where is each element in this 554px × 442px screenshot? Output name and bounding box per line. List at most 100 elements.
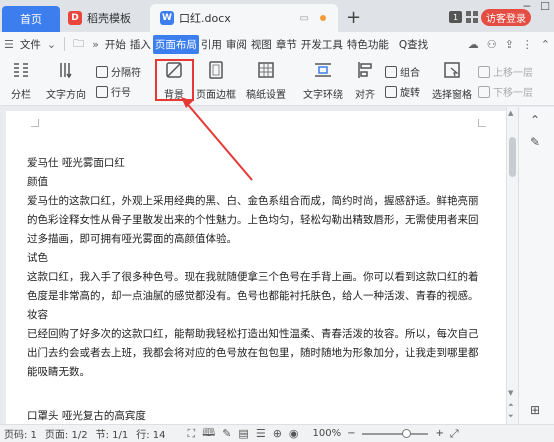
menu-developer[interactable]: 开发工具 [299,37,345,52]
selection-pane-label: 选择窗格 [432,90,472,101]
status-page-number: 页码: 1 [4,430,37,441]
align-label: 对齐 [355,90,375,101]
menu-bar: ☰ 文件 ⌄ 🗀 » 开始 插入 页面布局 引用 审阅 视图 章节 开发工具 特… [0,32,554,56]
web-view-icon[interactable]: ⊕ [273,427,282,440]
edit-mode-icon[interactable]: ✎ [222,427,231,440]
line-number-icon [96,85,108,98]
zoom-level[interactable]: 100% [313,428,342,439]
prev-page-icon[interactable]: ⏶ [508,401,514,410]
vertical-scrollbar[interactable]: ▲ ▼ ⏶ ⏷ [506,107,518,424]
ribbon: 分栏 文字方向 分隔符 行号 背景 页面边框 稿纸设置 文字环绕 对齐 组合 旋… [0,56,554,106]
doc-heading: 试色 [27,252,48,264]
text-wrap-button[interactable]: 文字环绕 [298,56,348,101]
page-border-button[interactable]: 页面边框 [194,56,238,101]
pin-icon[interactable]: ▭ [300,13,309,24]
send-backward-label: 下移一层 [493,88,533,99]
doc-heading: 颜值 [27,176,48,188]
eye-protect-icon[interactable]: ◉ [289,427,299,440]
bring-forward-label: 上移一层 [493,68,533,79]
fullscreen-icon[interactable]: ⤢ [450,427,459,441]
send-backward-icon [478,85,490,98]
status-pages[interactable]: 页面: 1/2 [45,426,88,441]
document-page[interactable]: 爱马仕 哑光雾面口红 颜值 爱马仕的这款口红，外观上采用经典的黑、白、金色系组合… [6,111,506,424]
menu-file[interactable]: 文件 [18,37,43,52]
tab-document[interactable]: W 口红.docx ▭ [150,4,338,32]
apps-grid-icon[interactable] [466,11,478,23]
text-direction-button[interactable]: 文字方向 [42,56,90,101]
separator-label: 分隔符 [111,68,141,79]
background-highlight-box [155,59,194,101]
text-direction-label: 文字方向 [46,90,86,101]
document-area: 爱马仕 哑光雾面口红 颜值 爱马仕的这款口红，外观上采用经典的黑、白、金色系组合… [0,107,518,424]
margin-corner-mark [478,119,486,127]
document-body[interactable]: 爱马仕 哑光雾面口红 颜值 爱马仕的这款口红，外观上采用经典的黑、白、金色系组合… [27,154,485,382]
columns-button[interactable]: 分栏 [4,56,38,101]
zoom-slider[interactable] [361,428,428,438]
next-page-icon[interactable]: ⏷ [508,412,514,421]
group-icon [385,65,397,78]
doc-heading: 妆容 [27,309,48,321]
scroll-up-icon[interactable]: ▲ [508,109,513,117]
new-tab-button[interactable]: + [346,7,361,28]
maximize-icon[interactable]: ☐ [540,0,550,13]
menu-features[interactable]: 特色功能 [345,37,391,52]
doc-cut-line: 口罩头 哑光复古的高宾度 [27,410,146,422]
menu-insert[interactable]: 插入 [128,37,153,52]
line-number-label: 行号 [111,88,131,99]
rotate-button[interactable]: 旋转 [385,84,420,99]
rotate-label: 旋转 [400,88,420,99]
zoom-slider-knob[interactable] [401,428,411,438]
tab-templates[interactable]: D 稻壳模板 [62,4,146,32]
collapse-panel-icon[interactable]: ⌃ [530,113,540,127]
search-button[interactable]: Q查找 [397,37,430,52]
zoom-in-button[interactable]: + [436,428,444,439]
menu-start[interactable]: 开始 [103,37,128,52]
bring-forward-button[interactable]: 上移一层 [478,64,533,79]
doc-paragraph: 已经回购了好多次的这款口红，能帮助我轻松打造出知性温柔、青春活泼的妆容。所以，每… [27,328,479,378]
group-label: 组合 [400,68,420,79]
align-button[interactable]: 对齐 [350,56,380,101]
status-section: 节: 1/1 [95,430,129,441]
group-button[interactable]: 组合 [385,64,420,79]
window-count-badge[interactable]: 1 [449,11,462,23]
more-chevron-icon[interactable]: » [92,38,99,51]
menu-reference[interactable]: 引用 [199,37,224,52]
scroll-down-icon[interactable]: ▼ [508,389,513,397]
bring-forward-icon [478,65,490,78]
text-wrap-label: 文字环绕 [303,90,343,101]
zoom-out-button[interactable]: − [347,428,355,439]
cloud-sync-icon[interactable]: ☁ [468,38,479,51]
unsaved-dot-icon[interactable] [320,15,326,21]
doc-paragraph: 爱马仕的这款口红，外观上采用经典的黑、白、金色系组合而成，简约时尚，握感舒适。鲜… [27,195,479,245]
share-icon[interactable]: ⇪ [505,38,514,51]
collaborate-icon[interactable]: ⚇ [487,38,497,51]
grid-view-icon[interactable]: ⊞ [530,403,540,417]
minimize-icon[interactable]: ─ [524,0,531,13]
status-line: 行: 14 [136,430,166,441]
paper-setting-button[interactable]: 稿纸设置 [244,56,288,101]
tab-home[interactable]: 首页 [2,6,60,32]
text-direction-icon [60,63,72,79]
selection-pane-button[interactable]: 选择窗格 [430,56,474,101]
fit-page-icon[interactable]: ⛶ [188,427,196,441]
outline-view-icon[interactable]: ☰ [256,427,266,440]
book-view-icon[interactable]: 🕮 [202,424,215,442]
collapse-ribbon-icon[interactable]: ⌃ [541,38,550,51]
line-number-button[interactable]: 行号 [96,84,131,99]
menu-page-layout[interactable]: 页面布局 [152,34,199,54]
more-options-icon[interactable]: ⋮ [522,38,533,51]
scroll-thumb[interactable] [509,137,516,177]
folder-icon[interactable]: 🗀 [73,35,84,54]
menu-view[interactable]: 视图 [249,37,274,52]
doc-title: 爱马仕 哑光雾面口红 [27,157,125,169]
send-backward-button[interactable]: 下移一层 [478,84,533,99]
pen-icon[interactable]: ✎ [530,135,540,149]
chevron-down-icon[interactable]: ⌄ [47,38,56,51]
menu-review[interactable]: 审阅 [224,37,249,52]
hamburger-menu-icon[interactable]: ☰ [4,38,14,51]
margin-corner-mark [31,119,39,127]
paper-grid-icon [258,62,274,78]
menu-chapter[interactable]: 章节 [274,37,299,52]
page-view-icon[interactable]: ▤ [238,427,248,440]
separator-button[interactable]: 分隔符 [96,64,141,79]
